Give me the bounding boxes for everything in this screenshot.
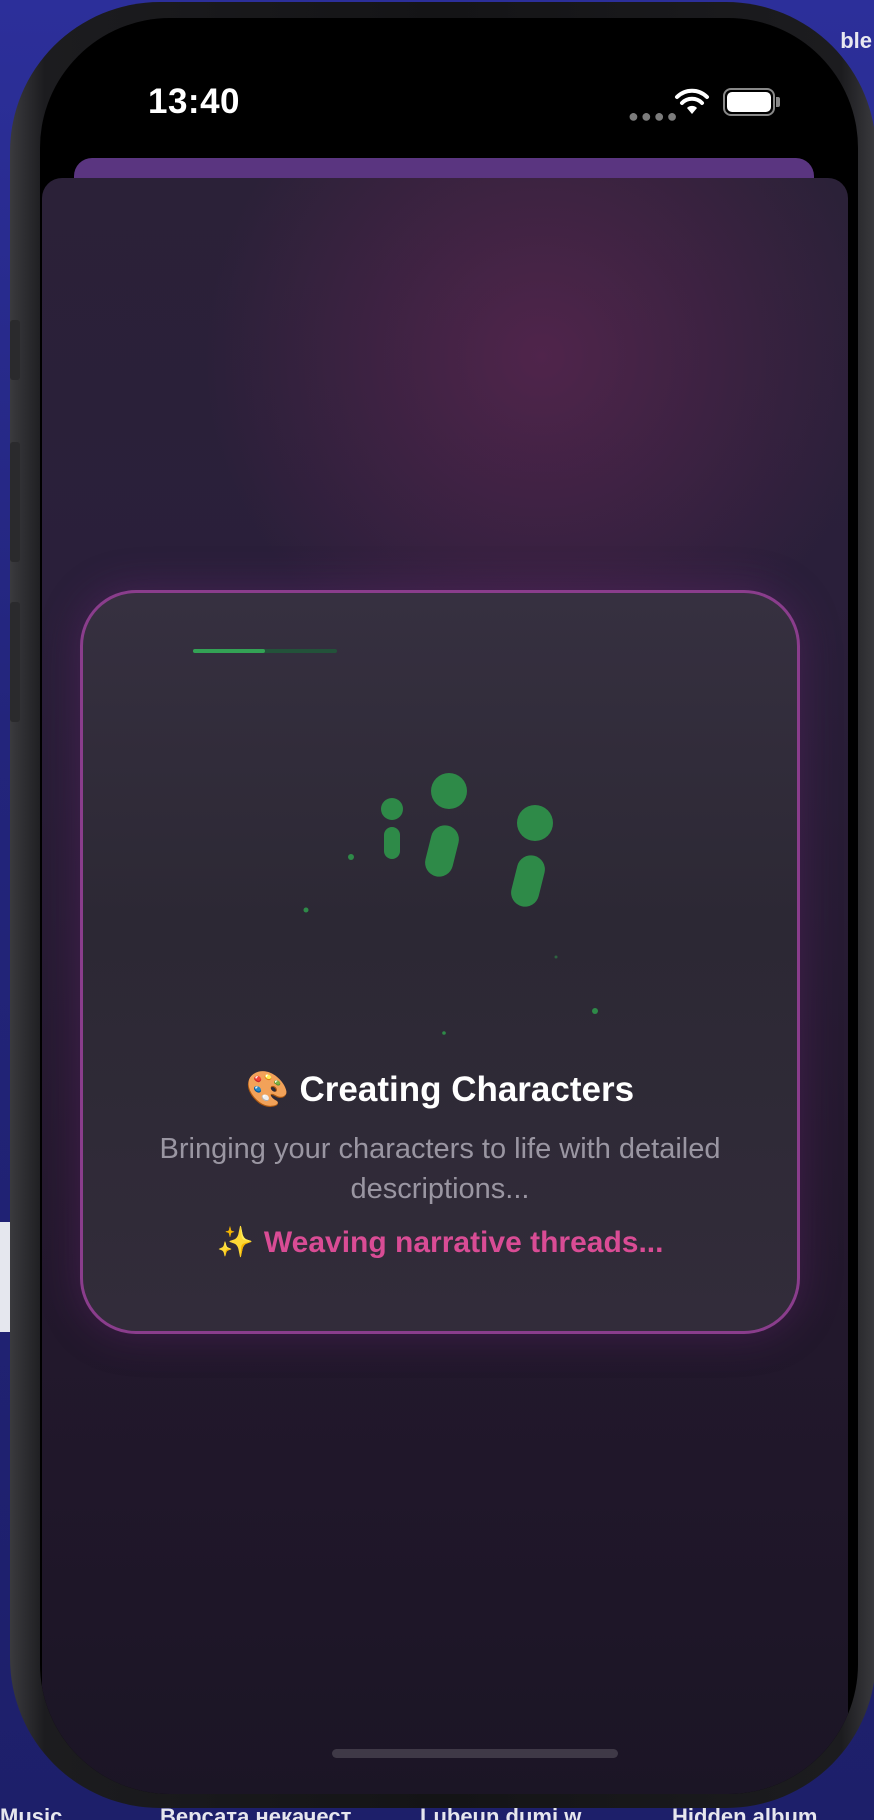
desktop-window-edge [0, 1222, 10, 1332]
home-indicator[interactable] [332, 1749, 618, 1758]
battery-icon [723, 88, 780, 116]
phone-frame: 13:40 ●●●● 🎨 Creating Characters Bringin… [10, 2, 874, 1808]
loading-title: 🎨 Creating Characters [83, 1069, 797, 1110]
wifi-icon [675, 88, 709, 114]
status-time: 13:40 [148, 82, 241, 121]
desktop-label: Music [0, 1804, 63, 1820]
battery-fill [727, 92, 771, 112]
volume-down-button [10, 602, 20, 722]
battery-tip [776, 97, 780, 107]
cellular-dots-icon: ●●●● [628, 106, 680, 126]
modal-sheet: 🎨 Creating Characters Bringing your chara… [42, 178, 848, 1794]
mute-switch [10, 320, 20, 380]
phone-screen: 13:40 ●●●● 🎨 Creating Characters Bringin… [40, 18, 858, 1794]
volume-up-button [10, 442, 20, 562]
palette-icon: 🎨 [245, 1070, 290, 1109]
status-bar: 13:40 ●●●● [40, 18, 858, 168]
loading-title-text: Creating Characters [299, 1070, 635, 1109]
loading-status-text: Weaving narrative threads... [263, 1226, 664, 1259]
sparkles-icon: ✨ [216, 1226, 254, 1259]
bouncing-info-figures-icon [303, 773, 598, 1035]
loading-status: ✨ Weaving narrative threads... [83, 1225, 797, 1260]
loading-card: 🎨 Creating Characters Bringing your chara… [80, 590, 800, 1334]
loading-subtitle: Bringing your characters to life with de… [159, 1133, 721, 1205]
